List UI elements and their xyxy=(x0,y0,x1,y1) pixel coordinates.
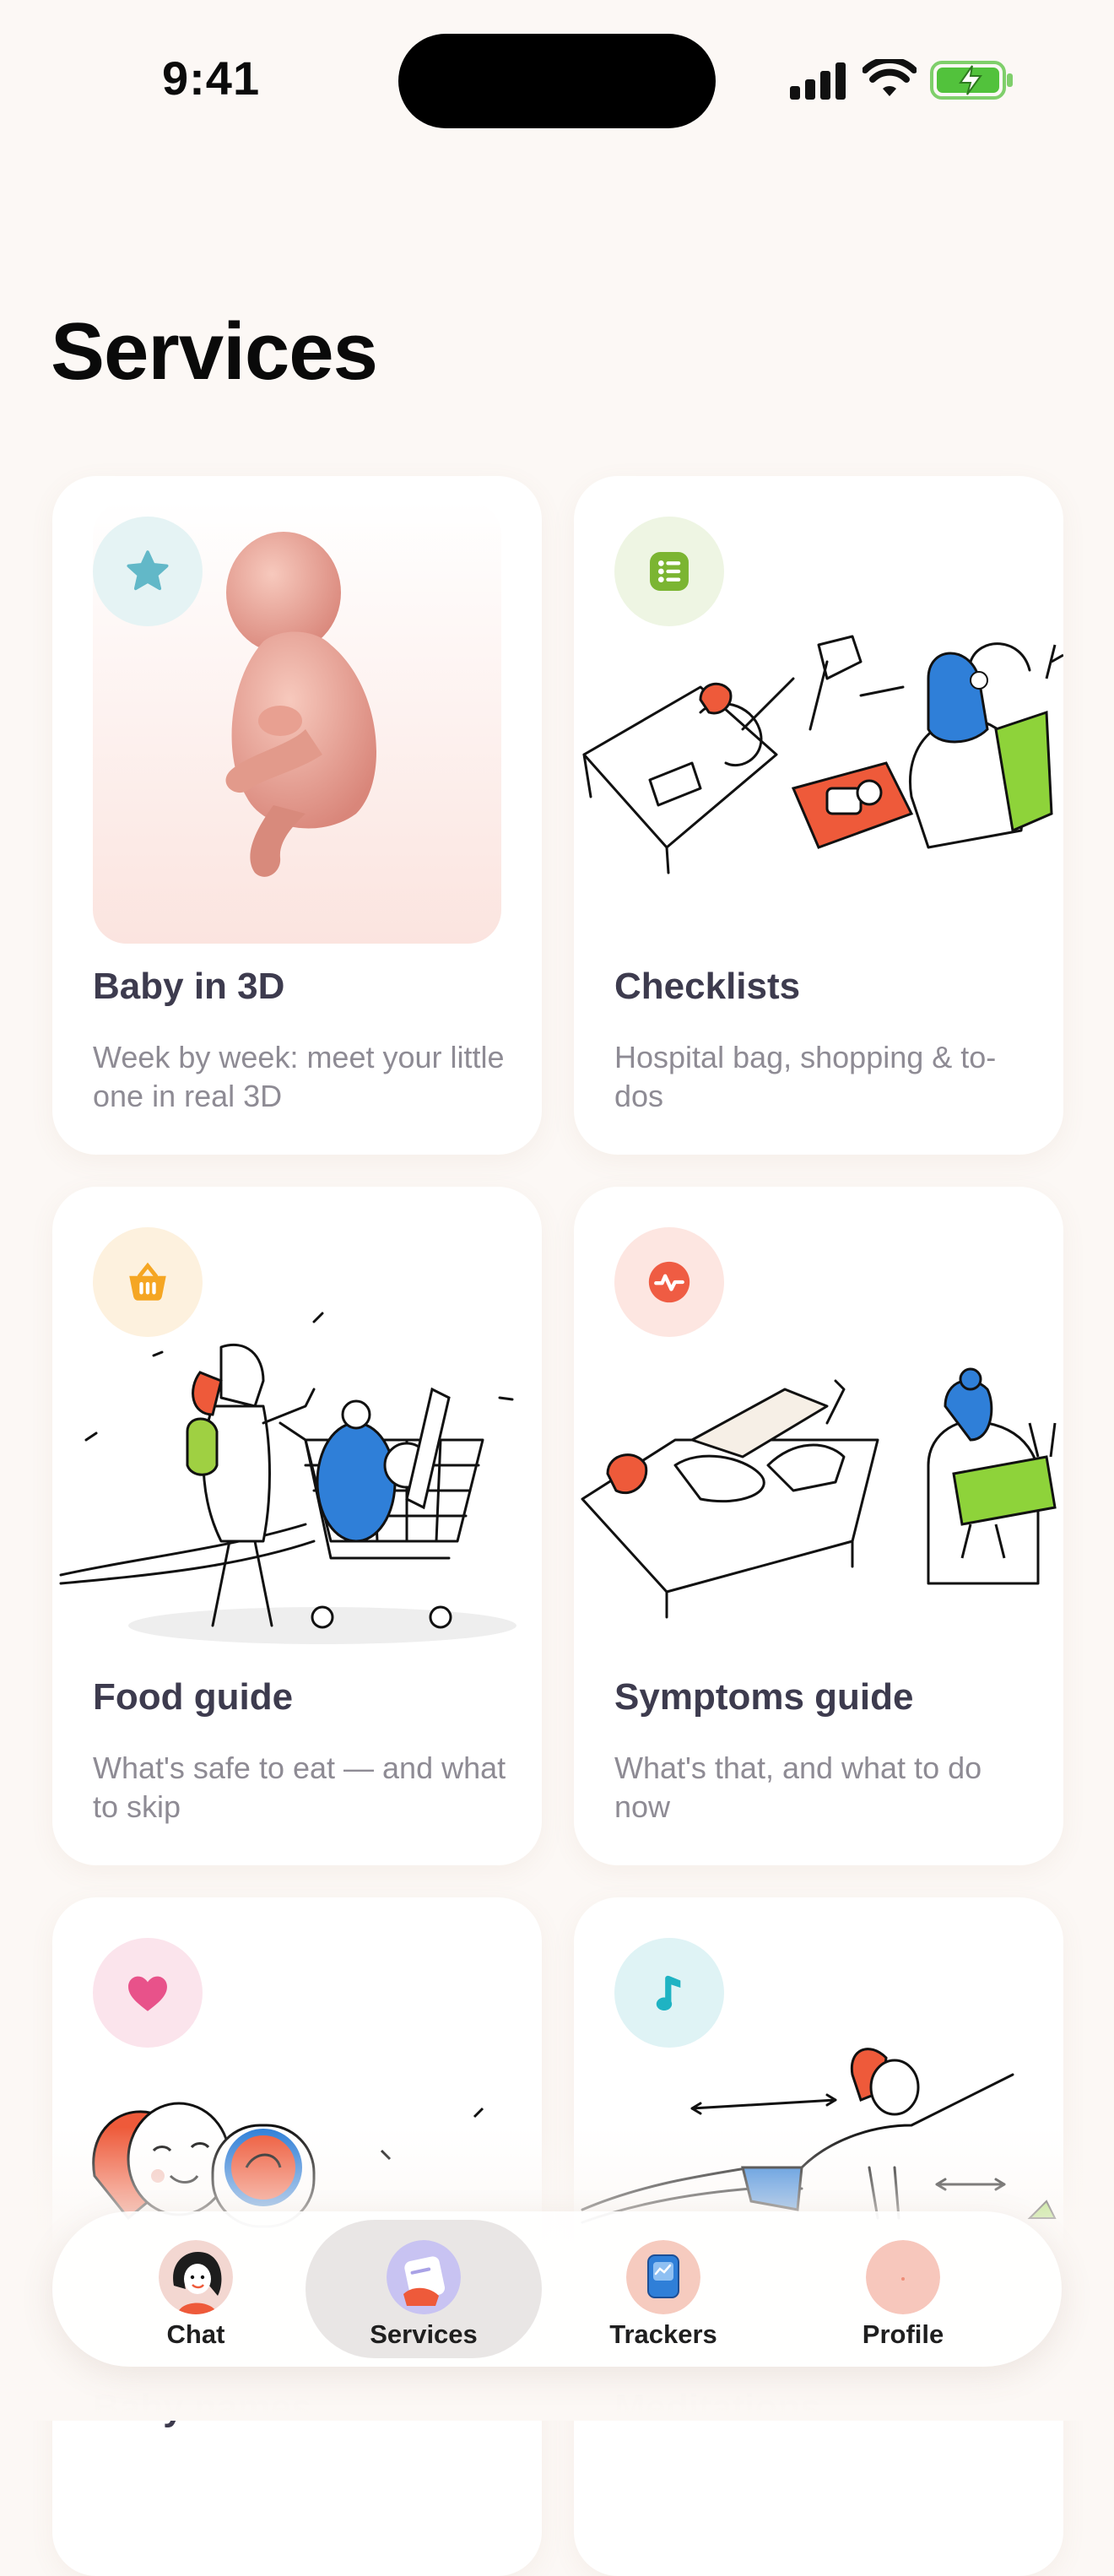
battery-charging-icon xyxy=(930,61,1013,100)
star-icon xyxy=(127,550,169,591)
dynamic-island xyxy=(398,34,716,128)
music-note-icon-badge xyxy=(614,1938,724,2048)
card-title: Symptoms guide xyxy=(614,1676,914,1718)
list-icon-badge xyxy=(614,517,724,626)
basket-icon-badge xyxy=(93,1227,203,1337)
card-description: What's that, and what to do now xyxy=(614,1751,982,1824)
tab-trackers[interactable]: Trackers xyxy=(545,2220,781,2358)
card-description: Hospital bag, shopping & to-dos xyxy=(614,1040,997,1113)
wifi-icon xyxy=(863,59,917,96)
card-title: Checklists xyxy=(614,966,801,1007)
card-symptoms-guide[interactable]: Symptoms guide What's that, and what to … xyxy=(574,1187,1063,1865)
basket-icon xyxy=(129,1262,166,1301)
tab-chat[interactable]: Chat xyxy=(78,2220,314,2358)
list-icon xyxy=(650,552,689,591)
card-description: What's safe to eat — and what to skip xyxy=(93,1751,506,1824)
star-icon-badge xyxy=(93,517,203,626)
chat-avatar-icon xyxy=(159,2240,233,2314)
services-icon xyxy=(387,2240,461,2314)
heart-icon xyxy=(128,1976,167,2011)
tab-bar: Chat Services Trackers Profile xyxy=(52,2211,1062,2367)
cellular-signal-icon xyxy=(790,62,846,100)
card-title: Baby in 3D xyxy=(93,966,285,1007)
card-food-guide[interactable]: Food guide What's safe to eat — and what… xyxy=(52,1187,542,1865)
tab-label: Services xyxy=(370,2319,478,2349)
page-title: Services xyxy=(51,306,378,397)
pulse-icon xyxy=(648,1261,690,1303)
tab-label: Trackers xyxy=(609,2319,717,2349)
trackers-icon xyxy=(626,2240,700,2314)
music-note-icon xyxy=(656,1975,681,2011)
profile-icon xyxy=(866,2240,940,2314)
card-checklists[interactable]: Checklists Hospital bag, shopping & to-d… xyxy=(574,476,1063,1155)
status-time: 9:41 xyxy=(162,51,261,105)
tab-label: Profile xyxy=(862,2319,944,2349)
card-description: Week by week: meet your little one in re… xyxy=(93,1040,505,1113)
tab-label: Chat xyxy=(166,2319,225,2349)
card-title: Food guide xyxy=(93,1676,294,1718)
status-bar: 9:41 xyxy=(0,0,1114,169)
heart-icon-badge xyxy=(93,1938,203,2048)
tab-services[interactable]: Services xyxy=(306,2220,542,2358)
tab-profile[interactable]: Profile xyxy=(785,2220,1021,2358)
pulse-icon-badge xyxy=(614,1227,724,1337)
card-baby-in-3d[interactable]: Baby in 3D Week by week: meet your littl… xyxy=(52,476,542,1155)
